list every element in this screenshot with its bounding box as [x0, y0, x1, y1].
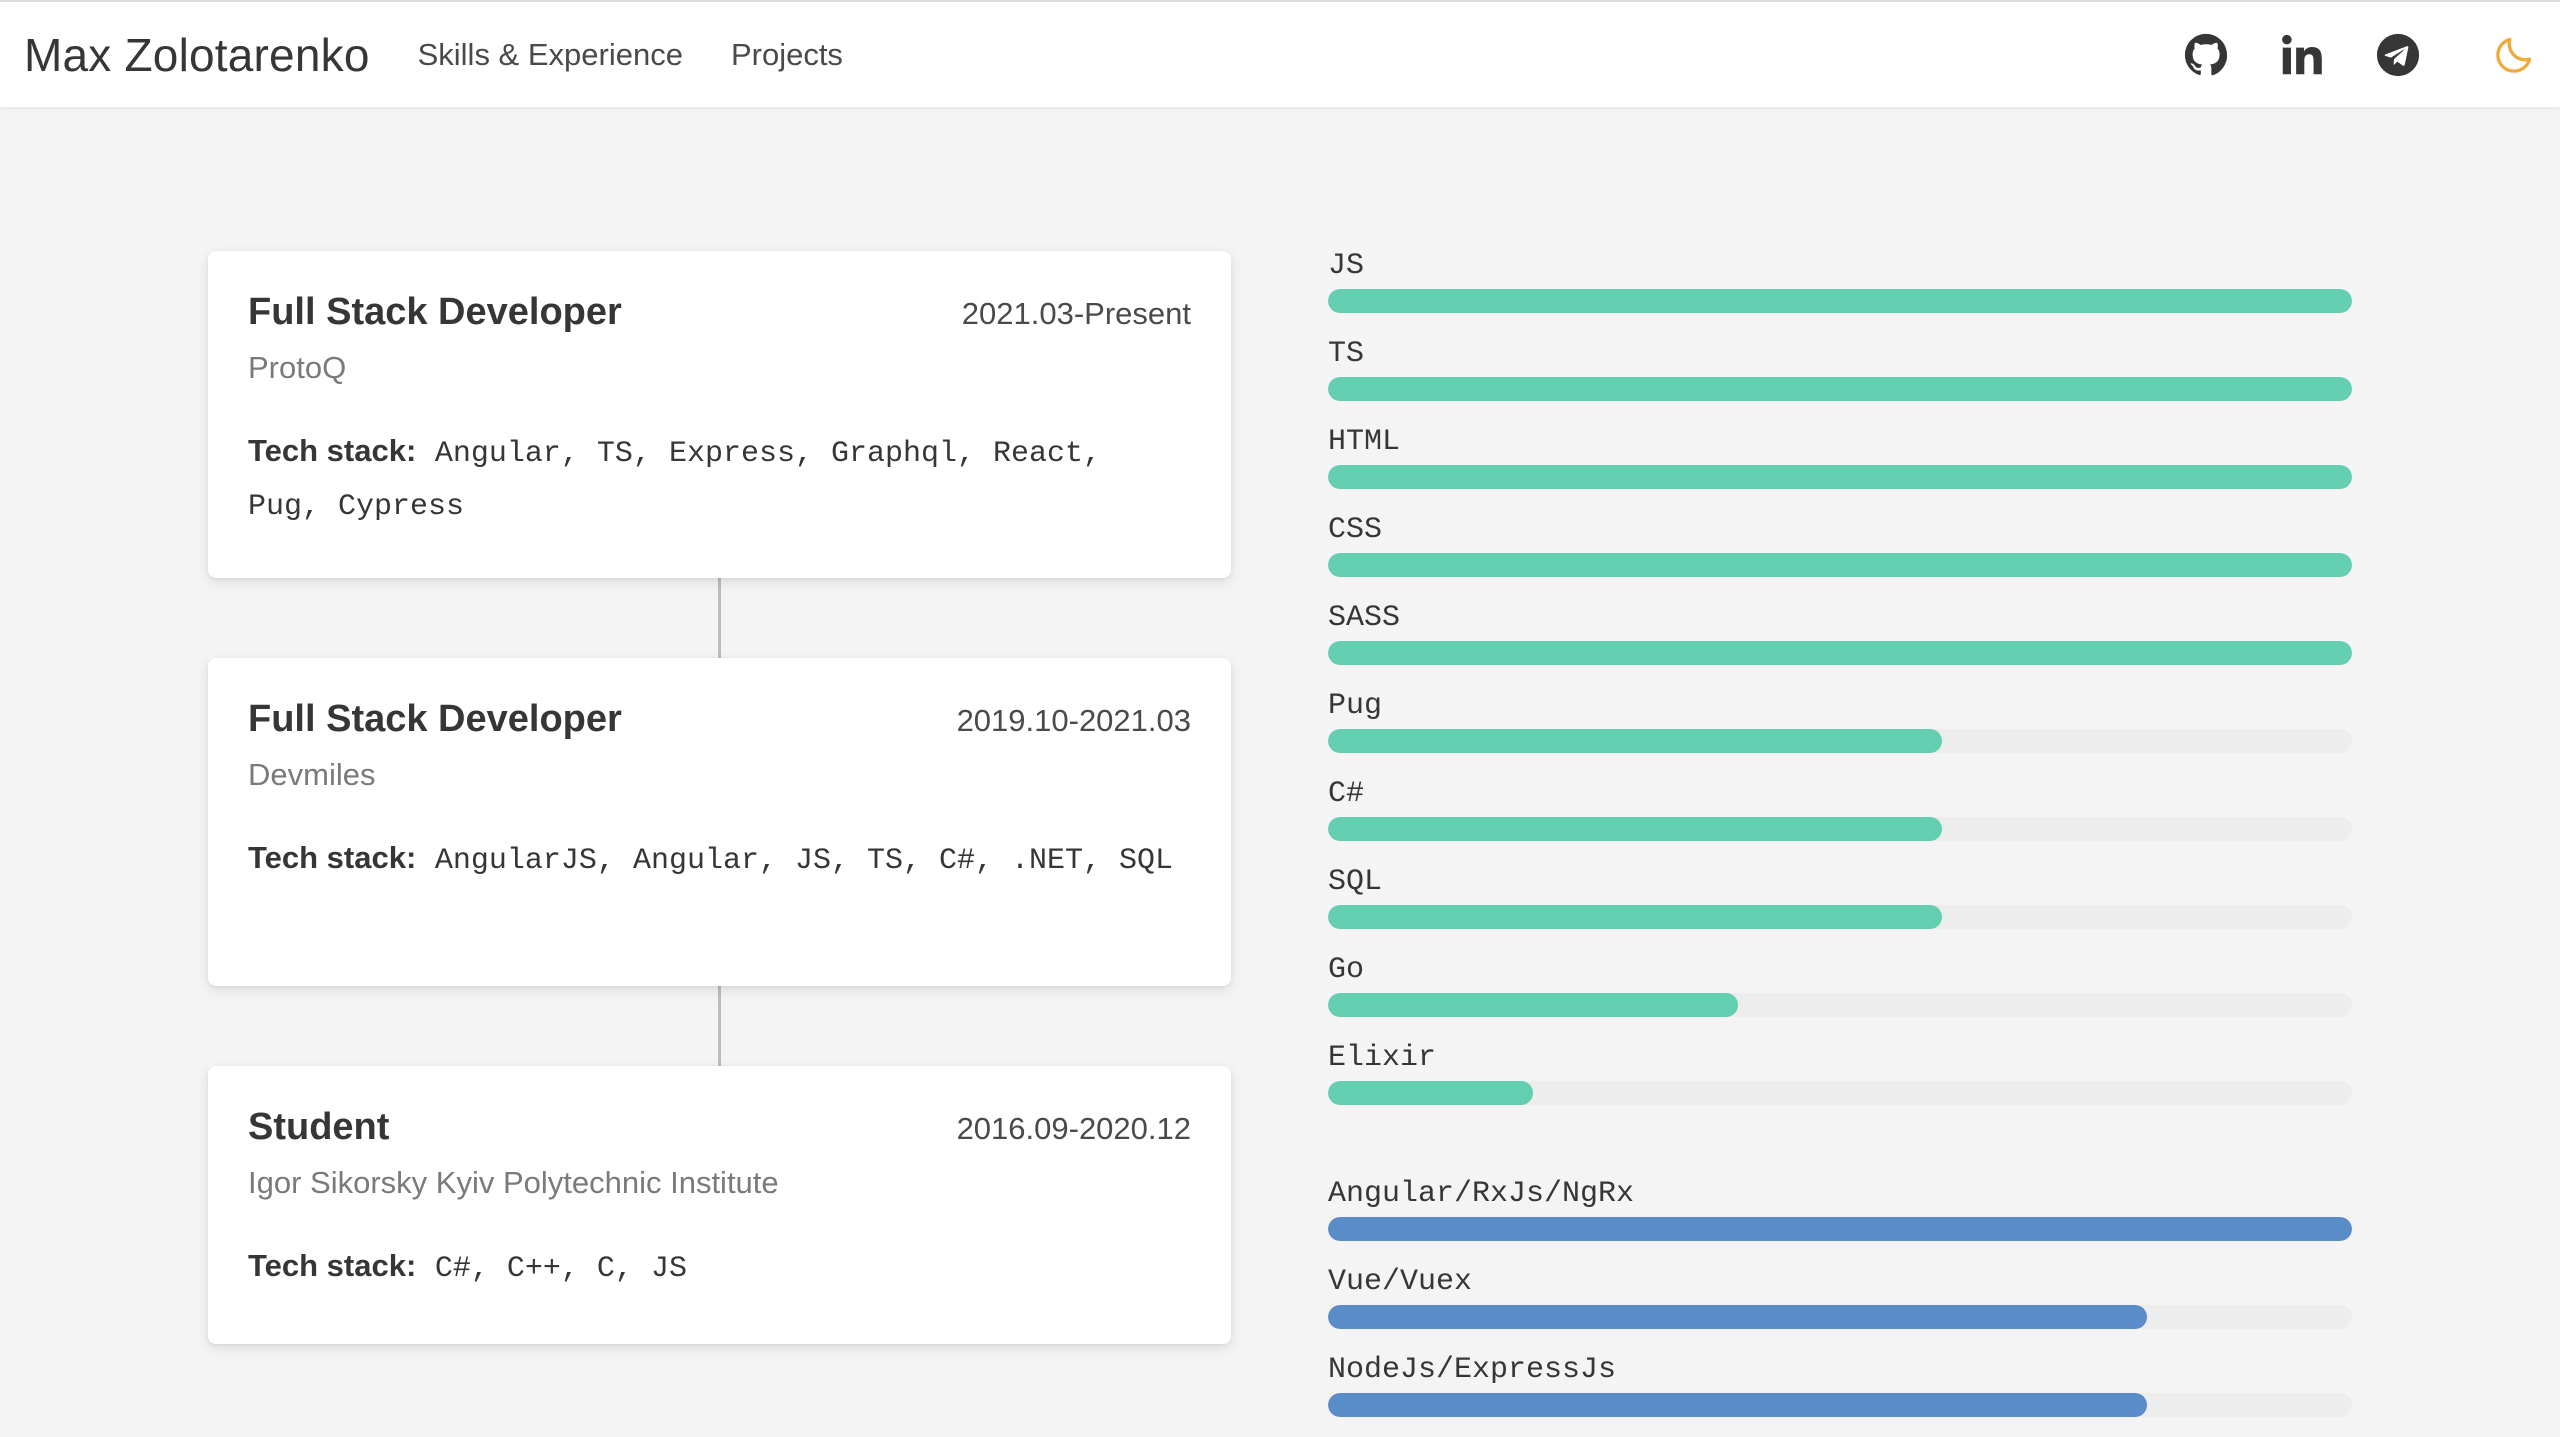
skill-name: SQL	[1328, 865, 1383, 899]
company-name: Igor Sikorsky Kyiv Polytechnic Institute	[248, 1165, 779, 1200]
tech-stack: Tech stack: Angular, TS, Express, Graphq…	[248, 426, 1191, 532]
company-name: Devmiles	[248, 757, 376, 792]
experience-card-devmiles: Full Stack Developer 2019.10-2021.03 Dev…	[208, 658, 1231, 986]
skill-row: Elixir	[1328, 1037, 2352, 1125]
skill-bar-track	[1328, 905, 2352, 929]
skill-bar-fill	[1328, 641, 2352, 665]
skill-bar-track	[1328, 289, 2352, 313]
timeline-connector	[718, 986, 721, 1066]
skill-bar-fill	[1328, 1305, 2148, 1329]
skill-bar-track	[1328, 553, 2352, 577]
skill-bar-fill	[1328, 993, 1738, 1017]
skill-bar-track	[1328, 1393, 2352, 1417]
skill-bar-fill	[1328, 377, 2352, 401]
skill-name: HTML	[1328, 425, 1401, 459]
skill-bar-track	[1328, 465, 2352, 489]
job-title: Full Stack Developer	[248, 698, 622, 740]
skill-name: JS	[1328, 249, 1365, 283]
skill-bar-track	[1328, 817, 2352, 841]
job-date: 2016.09-2020.12	[956, 1111, 1191, 1146]
skill-row: TS	[1328, 333, 2352, 421]
nav-icons	[2132, 33, 2536, 77]
skill-bar-track	[1328, 993, 2352, 1017]
skill-bar-fill	[1328, 553, 2352, 577]
skill-row: SASS	[1328, 597, 2352, 685]
job-date: 2019.10-2021.03	[956, 703, 1191, 738]
top-navbar: Max Zolotarenko Skills & Experience Proj…	[0, 0, 2560, 107]
framework-skills: Angular/RxJs/NgRx Vue/Vuex NodeJs/ExpressJ…	[1328, 1173, 2352, 1437]
skill-row: Angular/RxJs/NgRx	[1328, 1173, 2352, 1261]
language-skills: JS TS HTML CSS SASS Pug C# SQL Go Elixir	[1328, 245, 2352, 1125]
skill-row: JS	[1328, 245, 2352, 333]
skill-name: SASS	[1328, 601, 1401, 635]
skill-bar-fill	[1328, 817, 1943, 841]
tech-stack: Tech stack: AngularJS, Angular, JS, TS, …	[248, 833, 1191, 886]
tech-stack-label: Tech stack:	[248, 840, 417, 875]
skill-row: HTML	[1328, 421, 2352, 509]
skill-name: Go	[1328, 953, 1365, 987]
company-name: ProtoQ	[248, 350, 347, 385]
skill-bar-fill	[1328, 1217, 2352, 1241]
skill-bar-track	[1328, 1217, 2352, 1241]
skill-bar-track	[1328, 377, 2352, 401]
skill-bar-track	[1328, 1305, 2352, 1329]
nav-link-skills-experience[interactable]: Skills & Experience	[418, 37, 683, 73]
skill-bar-track	[1328, 641, 2352, 665]
skill-name: C#	[1328, 777, 1365, 811]
skill-row: SQL	[1328, 861, 2352, 949]
timeline-connector	[718, 578, 721, 658]
skill-name: Vue/Vuex	[1328, 1265, 1473, 1299]
tech-stack-value: AngularJS, Angular, JS, TS, C#, .NET, SQ…	[434, 844, 1174, 878]
skill-bar-fill	[1328, 729, 1943, 753]
tech-stack-label: Tech stack:	[248, 433, 417, 468]
skill-row: C#	[1328, 773, 2352, 861]
skill-bar-fill	[1328, 1081, 1533, 1105]
skills-panel: JS TS HTML CSS SASS Pug C# SQL Go Elixir Angular/…	[1328, 245, 2352, 1437]
skill-bar-fill	[1328, 289, 2352, 313]
site-brand[interactable]: Max Zolotarenko	[24, 28, 370, 82]
skill-name: TS	[1328, 337, 1365, 371]
skill-bar-track	[1328, 729, 2352, 753]
skill-row: Pug	[1328, 685, 2352, 773]
skill-row: Vue/Vuex	[1328, 1261, 2352, 1349]
tech-stack-value: C#, C++, C, JS	[434, 1252, 687, 1286]
experience-card-protoq: Full Stack Developer 2021.03-Present Pro…	[208, 251, 1231, 578]
experience-timeline: Full Stack Developer 2021.03-Present Pro…	[208, 251, 1231, 1344]
nav-link-projects[interactable]: Projects	[731, 37, 843, 73]
skill-bar-fill	[1328, 905, 1943, 929]
moon-icon[interactable]	[2492, 33, 2536, 77]
telegram-icon[interactable]	[2376, 33, 2420, 77]
tech-stack-label: Tech stack:	[248, 1248, 417, 1283]
skill-bar-fill	[1328, 465, 2352, 489]
skill-name: Elixir	[1328, 1041, 1437, 1075]
skill-row: CSS	[1328, 509, 2352, 597]
job-date: 2021.03-Present	[961, 296, 1191, 331]
skill-bar-fill	[1328, 1393, 2148, 1417]
skill-name: Angular/RxJs/NgRx	[1328, 1177, 1635, 1211]
skill-name: NodeJs/ExpressJs	[1328, 1353, 1617, 1387]
skill-name: Pug	[1328, 689, 1383, 723]
skill-bar-track	[1328, 1081, 2352, 1105]
experience-card-student: Student 2016.09-2020.12 Igor Sikorsky Ky…	[208, 1066, 1231, 1344]
linkedin-icon[interactable]	[2280, 33, 2324, 77]
skill-name: CSS	[1328, 513, 1383, 547]
github-icon[interactable]	[2184, 33, 2228, 77]
job-title: Full Stack Developer	[248, 291, 622, 333]
job-title: Student	[248, 1106, 390, 1148]
skill-row: NodeJs/ExpressJs	[1328, 1349, 2352, 1437]
skill-row: Go	[1328, 949, 2352, 1037]
tech-stack: Tech stack: C#, C++, C, JS	[248, 1241, 1191, 1294]
